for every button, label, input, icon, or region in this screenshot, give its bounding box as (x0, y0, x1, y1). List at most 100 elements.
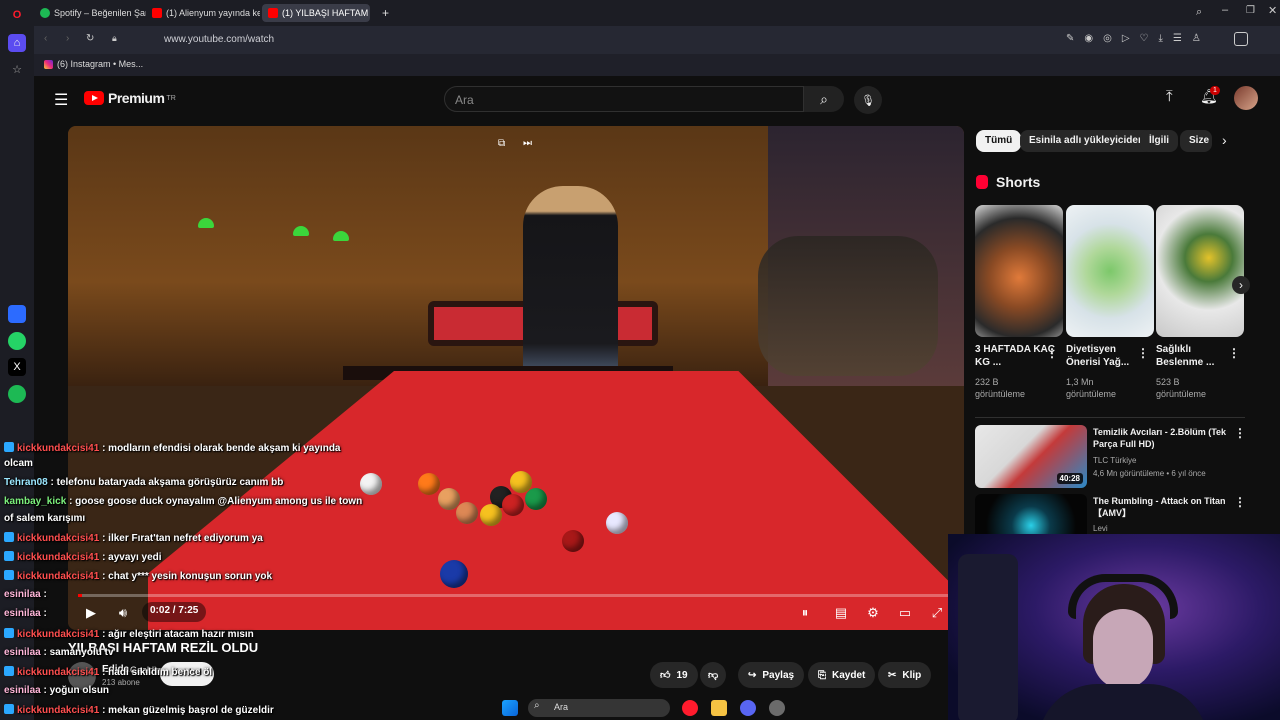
x-icon[interactable]: X (8, 358, 26, 376)
windows-start-icon[interactable] (502, 700, 518, 716)
chat-message: esinilaa : samanyolu tv (4, 647, 114, 658)
chat-username: kickkundakcisi41 (17, 552, 100, 563)
chip-all[interactable]: Tümü (976, 130, 1022, 152)
lamp-shape (198, 218, 214, 228)
short-views: 1,3 Mn görüntüleme (1066, 376, 1146, 400)
opera-taskbar-icon[interactable] (682, 700, 698, 716)
maximize-icon[interactable]: ❐ (1246, 5, 1255, 16)
chat-username: Tehran08 (4, 477, 48, 488)
chat-text: : yoğun olsun (43, 685, 110, 696)
share-icon: ↪ (748, 669, 757, 681)
spotify-icon[interactable] (8, 385, 26, 403)
short-views-label: görüntüleme (1066, 389, 1117, 399)
more-options-icon[interactable]: ⋮ (1046, 346, 1058, 360)
search-button[interactable]: ⌕ (804, 86, 844, 112)
messenger-icon[interactable] (8, 305, 26, 323)
minimize-icon[interactable]: – (1222, 4, 1228, 16)
related-meta: 4,6 Mn görüntüleme • 6 yıl önce (1093, 469, 1206, 478)
menu-icon[interactable]: ☰ (54, 90, 68, 110)
theater-mode-icon[interactable]: ▭ (892, 602, 918, 624)
discord-icon[interactable] (740, 700, 756, 716)
chat-username: esinilaa (4, 608, 41, 619)
video-player[interactable]: ⧉ ⏭ (68, 126, 964, 630)
share-button[interactable]: ↪ Paylaş (738, 662, 805, 688)
avatar[interactable] (1234, 86, 1258, 110)
lamp-shape (293, 226, 309, 236)
address-bar-actions[interactable]: ✎◉◎▷♡⤓☰♙ (1066, 33, 1211, 44)
tab-active-video[interactable]: (1) YILBAŞI HAFTAM F (262, 4, 370, 22)
progress-bar[interactable] (78, 594, 954, 597)
chat-message: Tehran08 : telefonu bataryada akşama gör… (4, 477, 283, 488)
tab-alienyum[interactable]: (1) Alienyum yayında ken (146, 4, 260, 22)
chevron-right-icon[interactable]: › (1222, 132, 1227, 148)
back-icon[interactable]: ‹ (44, 33, 47, 44)
reload-icon[interactable]: ↻ (86, 33, 94, 44)
url-field[interactable]: www.youtube.com/watch (164, 34, 274, 45)
chat-username: kickkundakcisi41 (17, 629, 100, 640)
short-thumbnail[interactable] (975, 205, 1063, 337)
short-views-label: görüntüleme (975, 389, 1026, 399)
related-title[interactable]: Temizlik Avcıları - 2.Bölüm (Tek Parça F… (1093, 426, 1233, 450)
shorts-next-icon[interactable]: › (1232, 276, 1250, 294)
related-title[interactable]: The Rumbling - Attack on Titan 【AMV】 (1093, 495, 1233, 519)
play-icon[interactable]: ▶ (78, 602, 104, 624)
kick-badge-icon (4, 442, 14, 452)
related-channel[interactable]: TLC Türkiye (1093, 455, 1136, 466)
youtube-tab-icon (268, 8, 278, 18)
search-input[interactable]: Ara (444, 86, 804, 112)
file-explorer-icon[interactable] (711, 700, 727, 716)
related-thumbnail[interactable]: 40:28 (975, 425, 1087, 488)
more-options-icon[interactable]: ⋮ (1137, 346, 1149, 360)
more-options-icon[interactable]: ⋮ (1234, 426, 1246, 440)
skip-icon[interactable]: ⏭ (523, 138, 537, 150)
clip-button[interactable]: ✂ Klip (878, 662, 932, 688)
search-tabs-icon[interactable]: ⌕ (1196, 6, 1202, 19)
short-title[interactable]: 3 HAFTADA KAÇ KG ... (975, 343, 1055, 369)
close-icon[interactable]: ✕ (1268, 4, 1277, 17)
dislike-button[interactable]: 👎︎ (700, 662, 727, 688)
extensions-icon[interactable] (1234, 32, 1248, 46)
related-channel[interactable]: Levi (1093, 523, 1108, 534)
chat-message: kickkundakcisi41 : ağır eleştiri atacam … (4, 628, 254, 640)
bookmark-instagram[interactable]: (6) Instagram • Mes... (44, 59, 143, 69)
autoplay-toggle-icon[interactable]: ⏸ (792, 602, 818, 624)
lock-icon: 🔒︎ (112, 33, 117, 43)
shorts-title: Shorts (996, 174, 1041, 190)
save-button[interactable]: ⎘ Kaydet (808, 662, 876, 688)
home-icon[interactable]: ⌂ (8, 34, 26, 52)
more-options-icon[interactable]: ⋮ (1234, 495, 1246, 509)
short-thumbnail[interactable] (1066, 205, 1154, 337)
whatsapp-icon[interactable] (8, 332, 26, 350)
fullscreen-icon[interactable]: ⤢ (924, 602, 950, 624)
gaming-chair-shape (958, 554, 1018, 720)
kick-badge-icon (4, 532, 14, 542)
short-title[interactable]: Sağlıklı Beslenme ... (1156, 343, 1236, 369)
shorts-icon (976, 175, 988, 189)
forward-icon[interactable]: › (66, 33, 69, 44)
tab-spotify[interactable]: Spotify – Beğenilen Şarkıl (34, 4, 146, 22)
chip-from-uploader[interactable]: Esinila adlı yükleyiciden (1020, 130, 1154, 152)
youtube-logo[interactable]: Premium TR (84, 90, 176, 106)
subtitles-icon[interactable]: ▤ (828, 602, 854, 624)
star-icon[interactable]: ☆ (8, 60, 26, 78)
settings-gear-icon[interactable]: ⚙ (860, 602, 886, 624)
more-options-icon[interactable]: ⋮ (1228, 346, 1240, 360)
chip-related[interactable]: İlgili (1140, 130, 1178, 152)
volume-icon[interactable]: 🔊︎ (110, 602, 136, 624)
short-title[interactable]: Diyetisyen Önerisi Yağ... (1066, 343, 1146, 369)
app-taskbar-icon[interactable] (769, 700, 785, 716)
chip-for-you[interactable]: Size (1180, 130, 1212, 152)
opera-logo-icon[interactable]: O (8, 6, 26, 24)
miniplayer-icon[interactable]: ⧉ (498, 138, 512, 150)
chat-message: kickkundakcisi41 : ilker Fırat'tan nefre… (4, 532, 263, 544)
kick-badge-icon (4, 666, 14, 676)
short-thumbnail[interactable] (1156, 205, 1244, 337)
upload-icon[interactable]: ⤒ (1166, 88, 1173, 105)
voice-search-button[interactable]: 🎙︎ (854, 86, 882, 114)
like-button[interactable]: 👍︎ 19 (650, 662, 698, 688)
new-tab-button[interactable]: + (376, 4, 394, 22)
chat-message: esinilaa : (4, 589, 47, 600)
headphones-shape (1068, 574, 1178, 619)
thumbs-down-icon: 👎︎ (708, 670, 719, 681)
taskbar-search[interactable]: Ara (528, 699, 670, 717)
